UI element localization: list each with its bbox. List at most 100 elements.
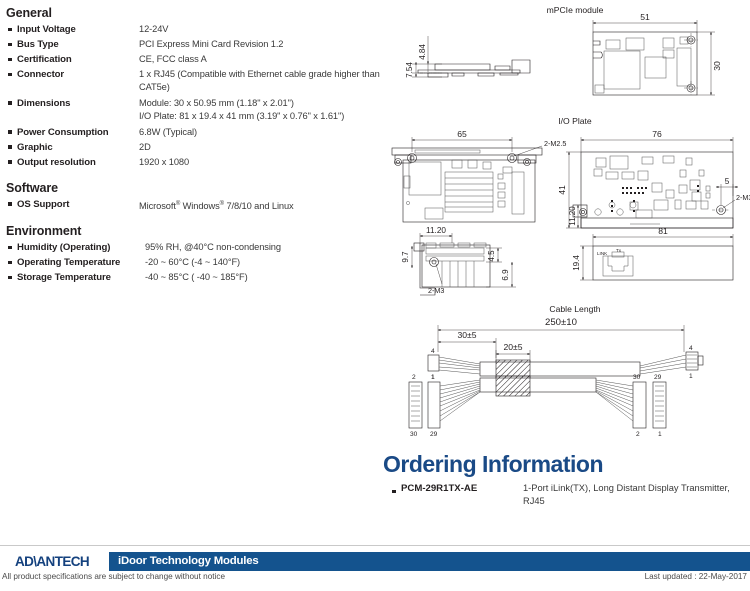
bullet-icon bbox=[8, 241, 17, 255]
spec-row: Power Consumption 6.8W (Typical) bbox=[0, 126, 380, 140]
label-link: LINK bbox=[597, 251, 608, 256]
dim-face-width: 81 bbox=[658, 226, 668, 236]
caption-cable-length: Cable Length bbox=[549, 304, 600, 314]
spec-row: Operating Temperature -20 ~ 60°C (-4 ~ 1… bbox=[0, 256, 380, 270]
advantech-logo: AD\ANTECH bbox=[0, 552, 104, 571]
spec-label: Dimensions bbox=[17, 97, 71, 109]
bullet-icon bbox=[8, 156, 17, 170]
dim-screw-m3-side: 2-M3 bbox=[428, 286, 444, 295]
dim-side-width: 11.20 bbox=[426, 226, 446, 235]
pin-label-br-a2: 2 bbox=[636, 431, 640, 438]
dim-ioplate-front-width: 65 bbox=[457, 129, 467, 139]
datasheet-page: General Input Voltage 12-24V Bus Type PC… bbox=[0, 0, 750, 591]
pin-label-br-b: 29 bbox=[654, 374, 662, 381]
spec-value: -40 ~ 85°C ( -40 ~ 185°F) bbox=[145, 272, 248, 283]
mpcie-side-view: 4.84 7.54 bbox=[405, 36, 531, 78]
dim-mpcie-width: 51 bbox=[640, 12, 650, 22]
pin-label-br-b2: 1 bbox=[658, 431, 662, 438]
bullet-icon bbox=[8, 198, 17, 212]
pin-label-br-a: 30 bbox=[633, 374, 641, 381]
footer-last-updated: Last updated : 22-May-2017 bbox=[644, 572, 747, 581]
spec-value: PCI Express Mini Card Revision 1.2 bbox=[139, 39, 284, 49]
spec-value-line2: I/O Plate: 81 x 19.4 x 41 mm (3.19" x 0.… bbox=[139, 111, 345, 122]
section-title-environment: Environment bbox=[6, 224, 82, 239]
spec-label: Connector bbox=[17, 69, 65, 80]
section-environment: Environment Humidity (Operating) 95% RH,… bbox=[0, 224, 380, 285]
dim-mpcie-thickness-total: 7.54 bbox=[405, 62, 414, 78]
spec-value: 1920 x 1080 bbox=[139, 156, 190, 167]
spec-value-line1: Module: 30 x 50.95 mm (1.18" x 2.01") bbox=[139, 97, 294, 108]
dim-cable-seg2: 20±5 bbox=[503, 342, 522, 352]
dim-ioplate-height: 41 bbox=[557, 185, 567, 195]
spec-label: Humidity (Operating) bbox=[17, 242, 111, 254]
drawings-svg: mPCIe module 4.84 7.54 51 30 I/O Plate 6… bbox=[391, 5, 750, 438]
spec-label: Bus Type bbox=[17, 39, 59, 50]
ordering-description: 1-Port iLink(TX), Long Distant Display T… bbox=[523, 483, 730, 506]
pin-label-bl-a2: 30 bbox=[410, 431, 418, 438]
ioplate-face-view: LINK Tx 81 19.4 bbox=[572, 226, 734, 281]
spec-row: Input Voltage 12-24V bbox=[0, 23, 380, 37]
dim-ioplate-tab-height: 11.20 bbox=[568, 206, 577, 226]
spec-label: Storage Temperature bbox=[17, 272, 111, 284]
mechanical-drawings: mPCIe module 4.84 7.54 51 30 I/O Plate 6… bbox=[390, 0, 750, 450]
dim-screw-m3-top: 2-M3 bbox=[736, 193, 750, 202]
spec-row: Certification CE, FCC class A bbox=[0, 53, 380, 67]
ioplate-side-section: 11.20 9.7 4.5 6.9 2-M3 bbox=[401, 226, 516, 296]
pin-label-bl-b2: 29 bbox=[430, 431, 438, 438]
spec-label: Certification bbox=[17, 54, 72, 65]
label-tx: Tx bbox=[616, 248, 622, 253]
spec-row: Storage Temperature -40 ~ 85°C ( -40 ~ 1… bbox=[0, 271, 380, 285]
dim-mpcie-thickness-top: 4.84 bbox=[418, 44, 427, 60]
logo-part1: AD bbox=[14, 554, 34, 569]
dim-cable-total: 250±10 bbox=[545, 317, 577, 328]
advantech-logo-text: AD\ANTECH bbox=[14, 552, 90, 571]
bullet-icon bbox=[8, 97, 17, 111]
spec-row: Connector 1 x RJ45 (Compatible with Ethe… bbox=[0, 68, 380, 95]
spec-value: 95% RH, @40°C non-condensing bbox=[145, 242, 281, 253]
pin-label-tr-bottom: 1 bbox=[689, 373, 693, 380]
bullet-icon bbox=[8, 23, 17, 37]
section-general: General Input Voltage 12-24V Bus Type PC… bbox=[0, 0, 380, 170]
spec-label: Graphic bbox=[17, 141, 53, 153]
pin-label-bl-b: 1 bbox=[431, 374, 435, 381]
section-software: Software OS Support Microsoft® Windows® … bbox=[0, 181, 380, 214]
spec-value: Microsoft® Windows® 7/8/10 and Linux bbox=[139, 200, 294, 211]
bullet-icon bbox=[8, 38, 17, 52]
section-title-software: Software bbox=[6, 180, 58, 195]
specifications-column: General Input Voltage 12-24V Bus Type PC… bbox=[0, 0, 380, 294]
ordering-information: Ordering Information PCM-29R1TX-AE 1-Por… bbox=[383, 452, 750, 507]
spec-label: OS Support bbox=[17, 198, 70, 210]
caption-io-plate: I/O Plate bbox=[558, 116, 592, 126]
bullet-icon bbox=[8, 53, 17, 67]
spec-value: 6.8W (Typical) bbox=[139, 126, 198, 137]
footer-title: iDoor Technology Modules bbox=[118, 555, 259, 567]
pin-label-bl-a: 2 bbox=[412, 374, 416, 381]
footer-bar bbox=[0, 552, 750, 571]
spec-label: Operating Temperature bbox=[17, 257, 121, 269]
spec-value: Module: 30 x 50.95 mm (1.18" x 2.01") I/… bbox=[139, 97, 380, 124]
dim-side-left-height: 9.7 bbox=[401, 251, 410, 263]
spec-value: 2D bbox=[139, 141, 151, 152]
section-title-general: General bbox=[6, 6, 52, 20]
footer-logo-divider bbox=[104, 552, 109, 571]
ordering-sku: PCM-29R1TX-AE bbox=[401, 483, 478, 495]
ordering-title: Ordering Information bbox=[383, 451, 604, 477]
dim-side-total: 6.9 bbox=[501, 269, 510, 281]
caption-mpcie-module: mPCIe module bbox=[547, 5, 604, 15]
spec-row: Humidity (Operating) 95% RH, @40°C non-c… bbox=[0, 241, 380, 255]
spec-value: -20 ~ 60°C (-4 ~ 140°F) bbox=[145, 257, 241, 268]
footer-divider bbox=[0, 545, 750, 546]
spec-label: Output resolution bbox=[17, 156, 96, 168]
pin-label-tr-top: 4 bbox=[689, 345, 693, 352]
cable-drawing: 250±10 30±5 20±5 4 1 4 1 2 1 30 29 30 29… bbox=[408, 317, 704, 438]
dim-mpcie-height: 30 bbox=[712, 61, 722, 71]
ioplate-top-view: 76 41 11.20 5 2-M3 bbox=[557, 129, 750, 229]
spec-row: Graphic 2D bbox=[0, 141, 380, 155]
mpcie-top-view: 51 30 bbox=[592, 12, 722, 96]
bullet-icon bbox=[8, 68, 17, 82]
spec-value: CE, FCC class A bbox=[139, 54, 207, 64]
pin-label-tl-top: 4 bbox=[431, 348, 435, 355]
ordering-item: PCM-29R1TX-AE 1-Port iLink(TX), Long Dis… bbox=[383, 482, 750, 507]
bullet-icon bbox=[8, 271, 17, 285]
dim-side-step: 4.5 bbox=[487, 250, 496, 262]
